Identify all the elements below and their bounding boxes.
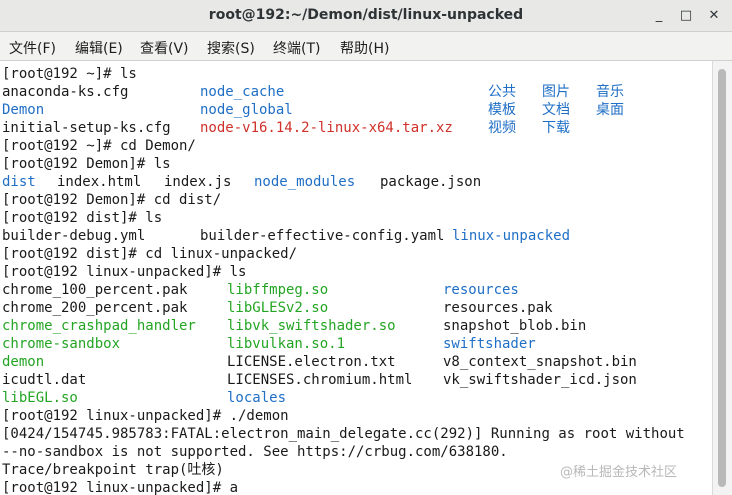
terminal-text: --no-sandbox is not supported. See https…: [2, 444, 508, 460]
terminal-text: libvk_swiftshader.so: [227, 318, 396, 334]
terminal-text: demon: [2, 354, 45, 370]
terminal-text: builder-debug.yml: [2, 228, 146, 244]
terminal-text: Trace/breakpoint trap(吐核): [2, 462, 224, 478]
terminal-text: resources.pak: [443, 300, 553, 316]
scrollbar-thumb[interactable]: [718, 69, 726, 487]
terminal-text: [root@192 ~]# cd Demon/: [2, 138, 196, 154]
terminal-text: package.json: [380, 174, 482, 190]
menu-search[interactable]: 搜索(S): [207, 38, 255, 58]
terminal-text: [root@192 Demon]# cd dist/: [2, 192, 222, 208]
maximize-icon[interactable]: □: [677, 7, 695, 25]
scrollbar[interactable]: [712, 61, 732, 495]
minimize-icon[interactable]: _: [650, 7, 668, 25]
terminal-text: 公共: [488, 84, 516, 100]
terminal-text: chrome_100_percent.pak: [2, 282, 188, 298]
terminal-text: 文档: [542, 102, 570, 118]
terminal-text: swiftshader: [443, 336, 536, 352]
window-title: root@192:~/Demon/dist/linux-unpacked: [208, 7, 524, 23]
terminal-text: linux-unpacked: [452, 228, 571, 244]
terminal-text: dist: [2, 174, 36, 190]
terminal-text: 视频: [488, 120, 516, 136]
terminal-text: 图片: [542, 84, 570, 100]
terminal-text: 下载: [542, 120, 570, 136]
menu-help[interactable]: 帮助(H): [340, 38, 389, 58]
menu-view[interactable]: 查看(V): [140, 38, 189, 58]
terminal-text: libffmpeg.so: [227, 282, 329, 298]
title-bar: root@192:~/Demon/dist/linux-unpacked _ □…: [0, 0, 732, 32]
terminal-text: chrome_200_percent.pak: [2, 300, 188, 316]
close-icon[interactable]: ✕: [705, 7, 723, 25]
terminal-text: vk_swiftshader_icd.json: [443, 372, 637, 388]
terminal-text: icudtl.dat: [2, 372, 87, 388]
terminal-text: [root@192 linux-unpacked]# ls: [2, 264, 247, 280]
terminal-window: root@192:~/Demon/dist/linux-unpacked _ □…: [0, 0, 732, 495]
menu-file[interactable]: 文件(F): [9, 38, 56, 58]
terminal-text: builder-effective-config.yaml: [200, 228, 445, 244]
watermark: @稀土掘金技术社区: [560, 465, 678, 480]
terminal-text: anaconda-ks.cfg: [2, 84, 129, 100]
terminal-text: [root@192 linux-unpacked]# ./demon: [2, 408, 289, 424]
terminal-text: [0424/154745.985783:FATAL:electron_main_…: [2, 426, 685, 442]
terminal-text: locales: [227, 390, 287, 406]
terminal-text: [root@192 ~]# ls: [2, 66, 137, 82]
terminal-text: [root@192 dist]# ls: [2, 210, 163, 226]
terminal-text: node_global: [200, 102, 293, 118]
terminal-text: node-v16.14.2-linux-x64.tar.xz: [200, 120, 453, 136]
terminal-text: chrome_crashpad_handler: [2, 318, 196, 334]
terminal-text: Demon: [2, 102, 45, 118]
terminal-text: snapshot_blob.bin: [443, 318, 587, 334]
terminal-text: chrome-sandbox: [2, 336, 121, 352]
terminal-text: 模板: [488, 102, 516, 118]
terminal-text: node_modules: [254, 174, 356, 190]
terminal-text: libEGL.so: [2, 390, 78, 406]
menu-terminal[interactable]: 终端(T): [273, 38, 320, 58]
menu-edit[interactable]: 编辑(E): [75, 38, 123, 58]
terminal-text: node_cache: [200, 84, 285, 100]
terminal-text: LICENSES.chromium.html: [227, 372, 413, 388]
terminal-text: 桌面: [596, 102, 624, 118]
terminal-text: libGLESv2.so: [227, 300, 329, 316]
terminal-text: index.js: [164, 174, 232, 190]
terminal-text: libvulkan.so.1: [227, 336, 346, 352]
terminal-output[interactable]: [root@192 ~]# ls anaconda-ks.cfg node_cach…: [0, 61, 712, 495]
terminal-text: LICENSE.electron.txt: [227, 354, 396, 370]
terminal-text: initial-setup-ks.cfg: [2, 120, 171, 136]
terminal-text: 音乐: [596, 84, 624, 100]
terminal-text: v8_context_snapshot.bin: [443, 354, 637, 370]
terminal-text: [root@192 dist]# cd linux-unpacked/: [2, 246, 298, 262]
terminal-text: resources: [443, 282, 519, 298]
terminal-text: [root@192 linux-unpacked]# a: [2, 480, 239, 495]
menu-bar: 文件(F) 编辑(E) 查看(V) 搜索(S) 终端(T) 帮助(H): [0, 32, 732, 61]
terminal-text: index.html: [57, 174, 142, 190]
terminal-text: [root@192 Demon]# ls: [2, 156, 171, 172]
